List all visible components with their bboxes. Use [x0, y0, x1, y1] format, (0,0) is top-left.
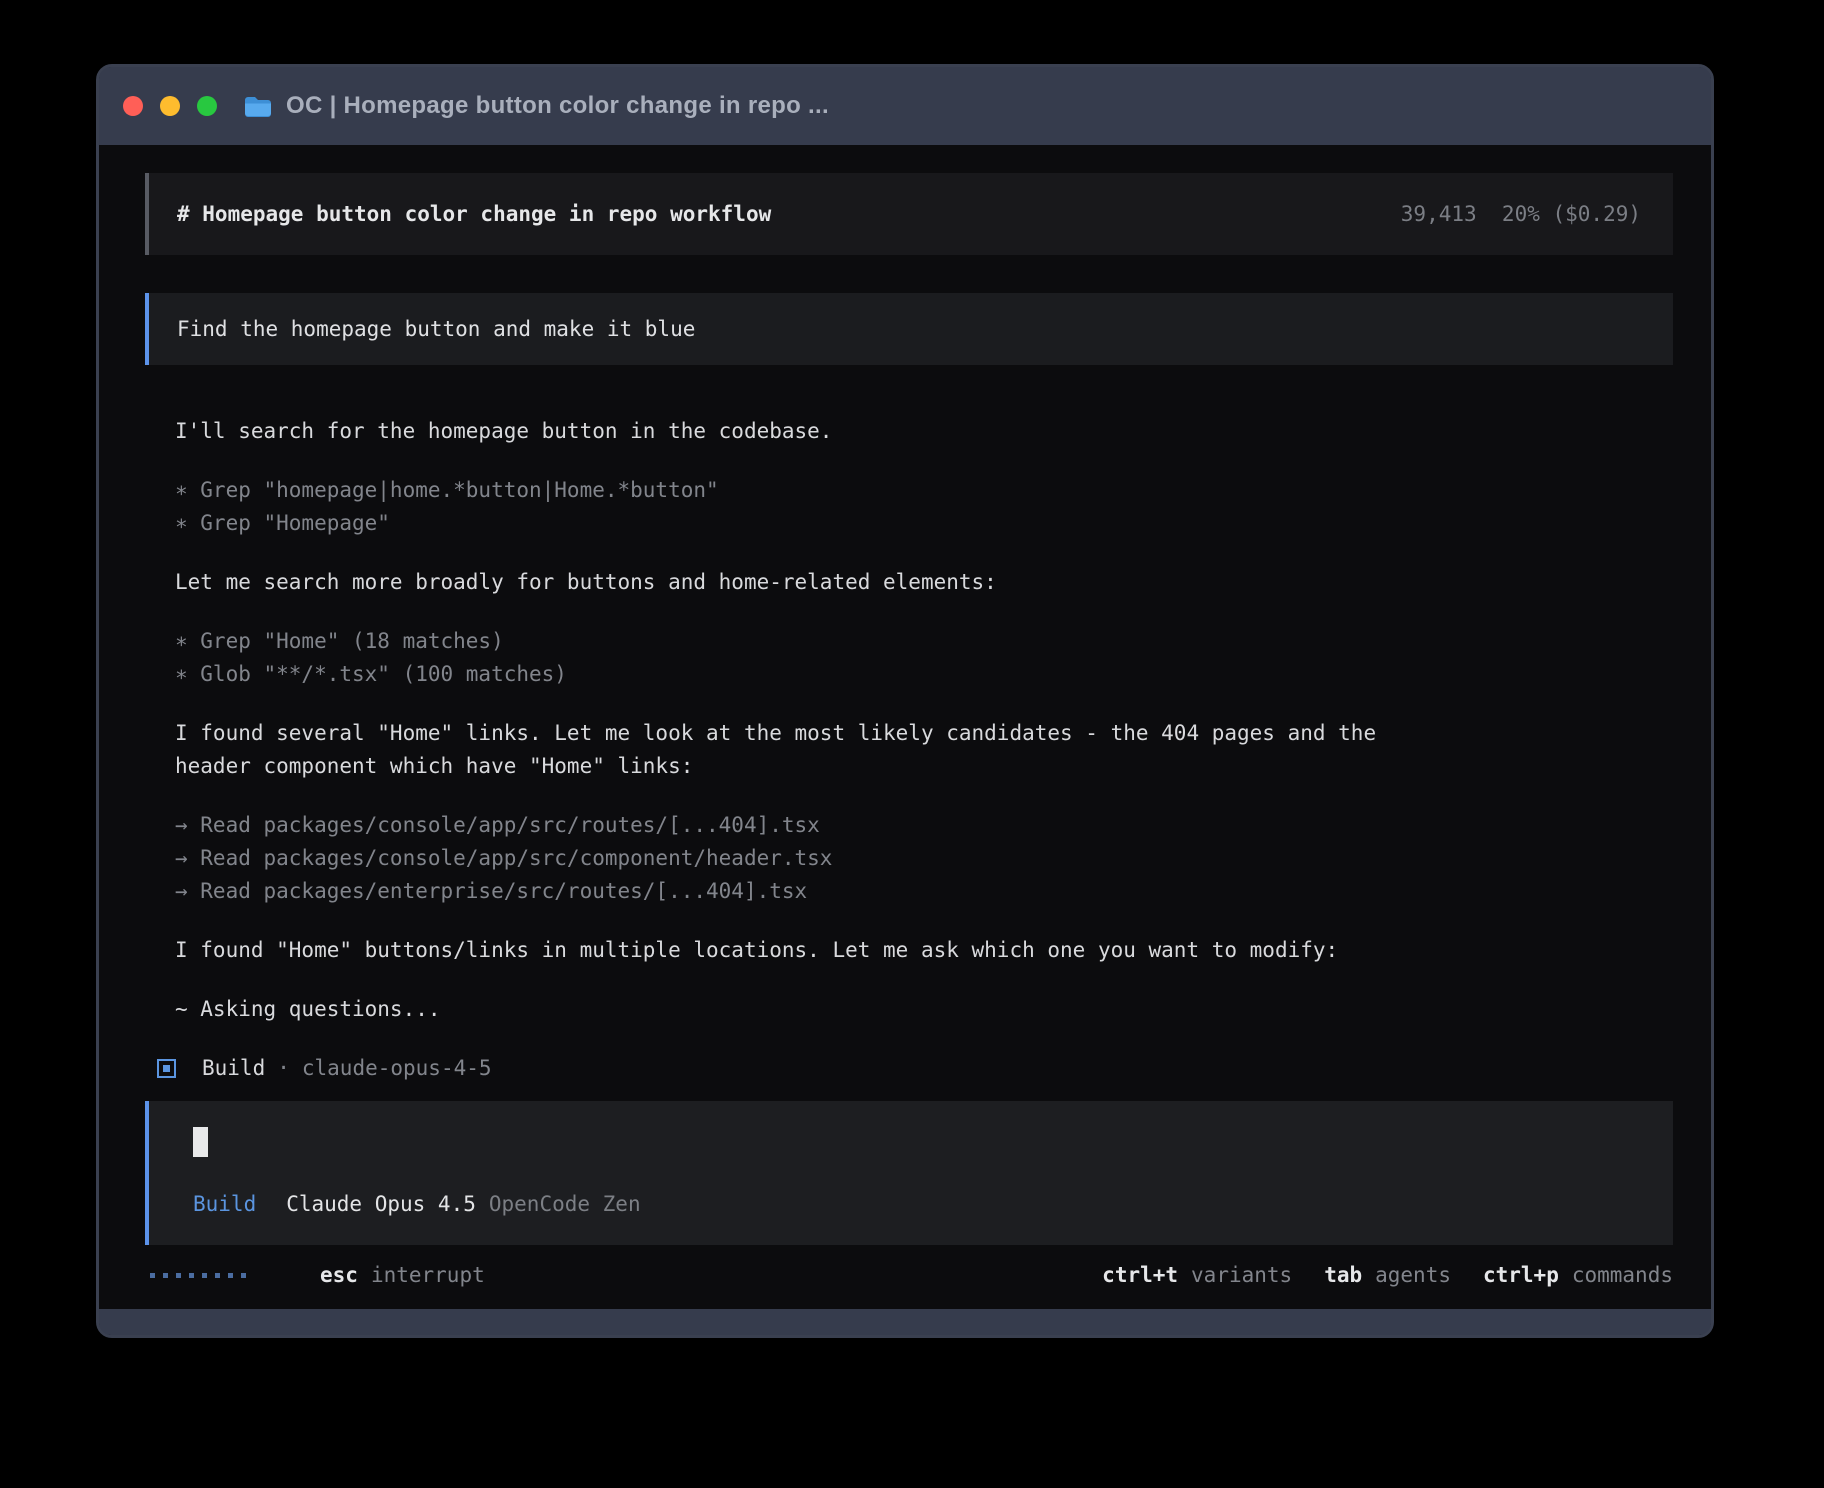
tool-call: → Read packages/console/app/src/componen…	[175, 842, 1673, 875]
zoom-button[interactable]	[197, 96, 217, 116]
tool-call: ∗ Glob "**/*.tsx" (100 matches)	[175, 658, 1673, 691]
agent-name: Build	[202, 1052, 265, 1085]
agent-build-icon	[157, 1059, 176, 1078]
interrupt-label: interrupt	[371, 1259, 485, 1292]
window-title: OC | Homepage button color change in rep…	[286, 92, 829, 120]
hint-agents: tab agents	[1324, 1259, 1451, 1292]
window-bottom-frame	[99, 1309, 1711, 1335]
progress-dots	[150, 1273, 254, 1278]
minimize-button[interactable]	[160, 96, 180, 116]
tool-call: ∗ Grep "Home" (18 matches)	[175, 625, 1673, 658]
input-meta: Build Claude Opus 4.5 OpenCode Zen	[193, 1188, 1645, 1221]
separator-dot: ·	[277, 1052, 290, 1085]
hint-commands: ctrl+p commands	[1483, 1259, 1673, 1292]
input-provider-label: OpenCode Zen	[489, 1188, 641, 1221]
status-bar-right: ctrl+t variants tab agents ctrl+p comman…	[1070, 1259, 1673, 1292]
user-message-text: Find the homepage button and make it blu…	[177, 313, 695, 346]
prompt-input[interactable]: Build Claude Opus 4.5 OpenCode Zen	[145, 1101, 1673, 1245]
agent-model: claude-opus-4-5	[302, 1052, 492, 1085]
terminal-window: OC | Homepage button color change in rep…	[96, 64, 1714, 1338]
session-stats: 39,413 20% ($0.29)	[1401, 198, 1641, 231]
text-cursor	[193, 1127, 208, 1157]
close-button[interactable]	[123, 96, 143, 116]
assistant-status-text: ~ Asking questions...	[175, 993, 1673, 1026]
titlebar[interactable]: OC | Homepage button color change in rep…	[99, 67, 1711, 145]
tool-call: → Read packages/console/app/src/routes/[…	[175, 809, 1673, 842]
tool-call: ∗ Grep "Homepage"	[175, 507, 1673, 540]
interrupt-key: esc	[320, 1259, 358, 1292]
tool-call-group: ∗ Grep "homepage|home.*button|Home.*butt…	[175, 474, 1673, 540]
assistant-text: I found several "Home" links. Let me loo…	[175, 717, 1673, 783]
user-message: Find the homepage button and make it blu…	[145, 293, 1673, 365]
hint-variants: ctrl+t variants	[1102, 1259, 1292, 1292]
tool-call: → Read packages/enterprise/src/routes/[.…	[175, 875, 1673, 908]
session-title: # Homepage button color change in repo w…	[177, 198, 771, 231]
status-bar-left: esc interrupt	[145, 1259, 485, 1292]
assistant-text: I'll search for the homepage button in t…	[175, 415, 1673, 448]
status-bar: esc interrupt ctrl+t variants tab agents…	[145, 1259, 1673, 1292]
conversation: I'll search for the homepage button in t…	[175, 415, 1673, 1052]
agent-status-line: Build · claude-opus-4-5	[145, 1052, 1673, 1085]
session-header: # Homepage button color change in repo w…	[145, 173, 1673, 255]
input-model-label[interactable]: Claude Opus 4.5	[286, 1188, 476, 1221]
assistant-text: Let me search more broadly for buttons a…	[175, 566, 1673, 599]
tool-call: ∗ Grep "homepage|home.*button|Home.*butt…	[175, 474, 1673, 507]
terminal-content: # Homepage button color change in repo w…	[99, 145, 1711, 1309]
tool-call-group: → Read packages/console/app/src/routes/[…	[175, 809, 1673, 908]
folder-icon	[244, 95, 272, 118]
input-agent-label[interactable]: Build	[193, 1188, 256, 1221]
tool-call-group: ∗ Grep "Home" (18 matches) ∗ Glob "**/*.…	[175, 625, 1673, 691]
assistant-text: I found "Home" buttons/links in multiple…	[175, 934, 1673, 967]
